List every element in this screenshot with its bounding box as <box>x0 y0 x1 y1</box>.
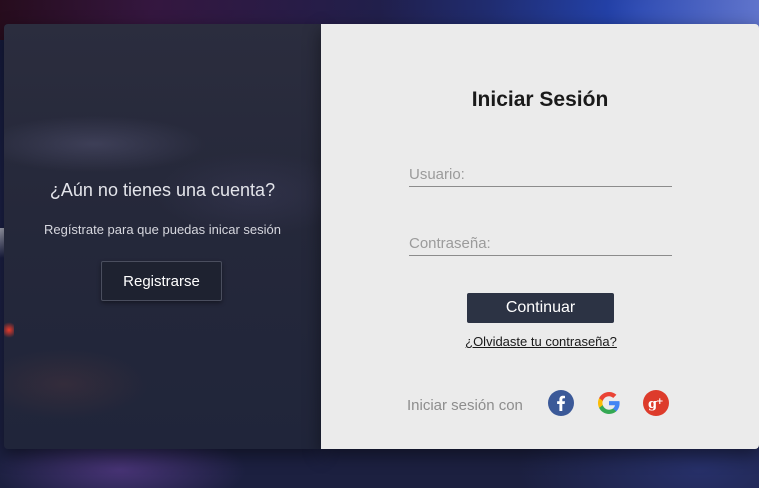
password-field[interactable] <box>409 231 672 256</box>
google-icon[interactable] <box>596 390 622 416</box>
continue-button[interactable]: Continuar <box>467 293 614 323</box>
google-plus-icon[interactable]: g + <box>643 390 669 416</box>
signup-subtitle: Regístrate para que puedas inicar sesión <box>43 222 282 237</box>
facebook-icon[interactable] <box>548 390 574 416</box>
social-login-label: Iniciar sesión con <box>407 397 523 414</box>
login-title: Iniciar Sesión <box>471 88 609 111</box>
register-button[interactable]: Registrarse <box>101 261 222 301</box>
svg-text:+: + <box>656 397 664 407</box>
forgot-password-link[interactable]: ¿Olvidaste tu contraseña? <box>321 334 759 349</box>
background-glow <box>4 320 14 340</box>
username-field[interactable] <box>409 162 672 187</box>
signup-heading: ¿Aún no tienes una cuenta? <box>49 180 276 200</box>
